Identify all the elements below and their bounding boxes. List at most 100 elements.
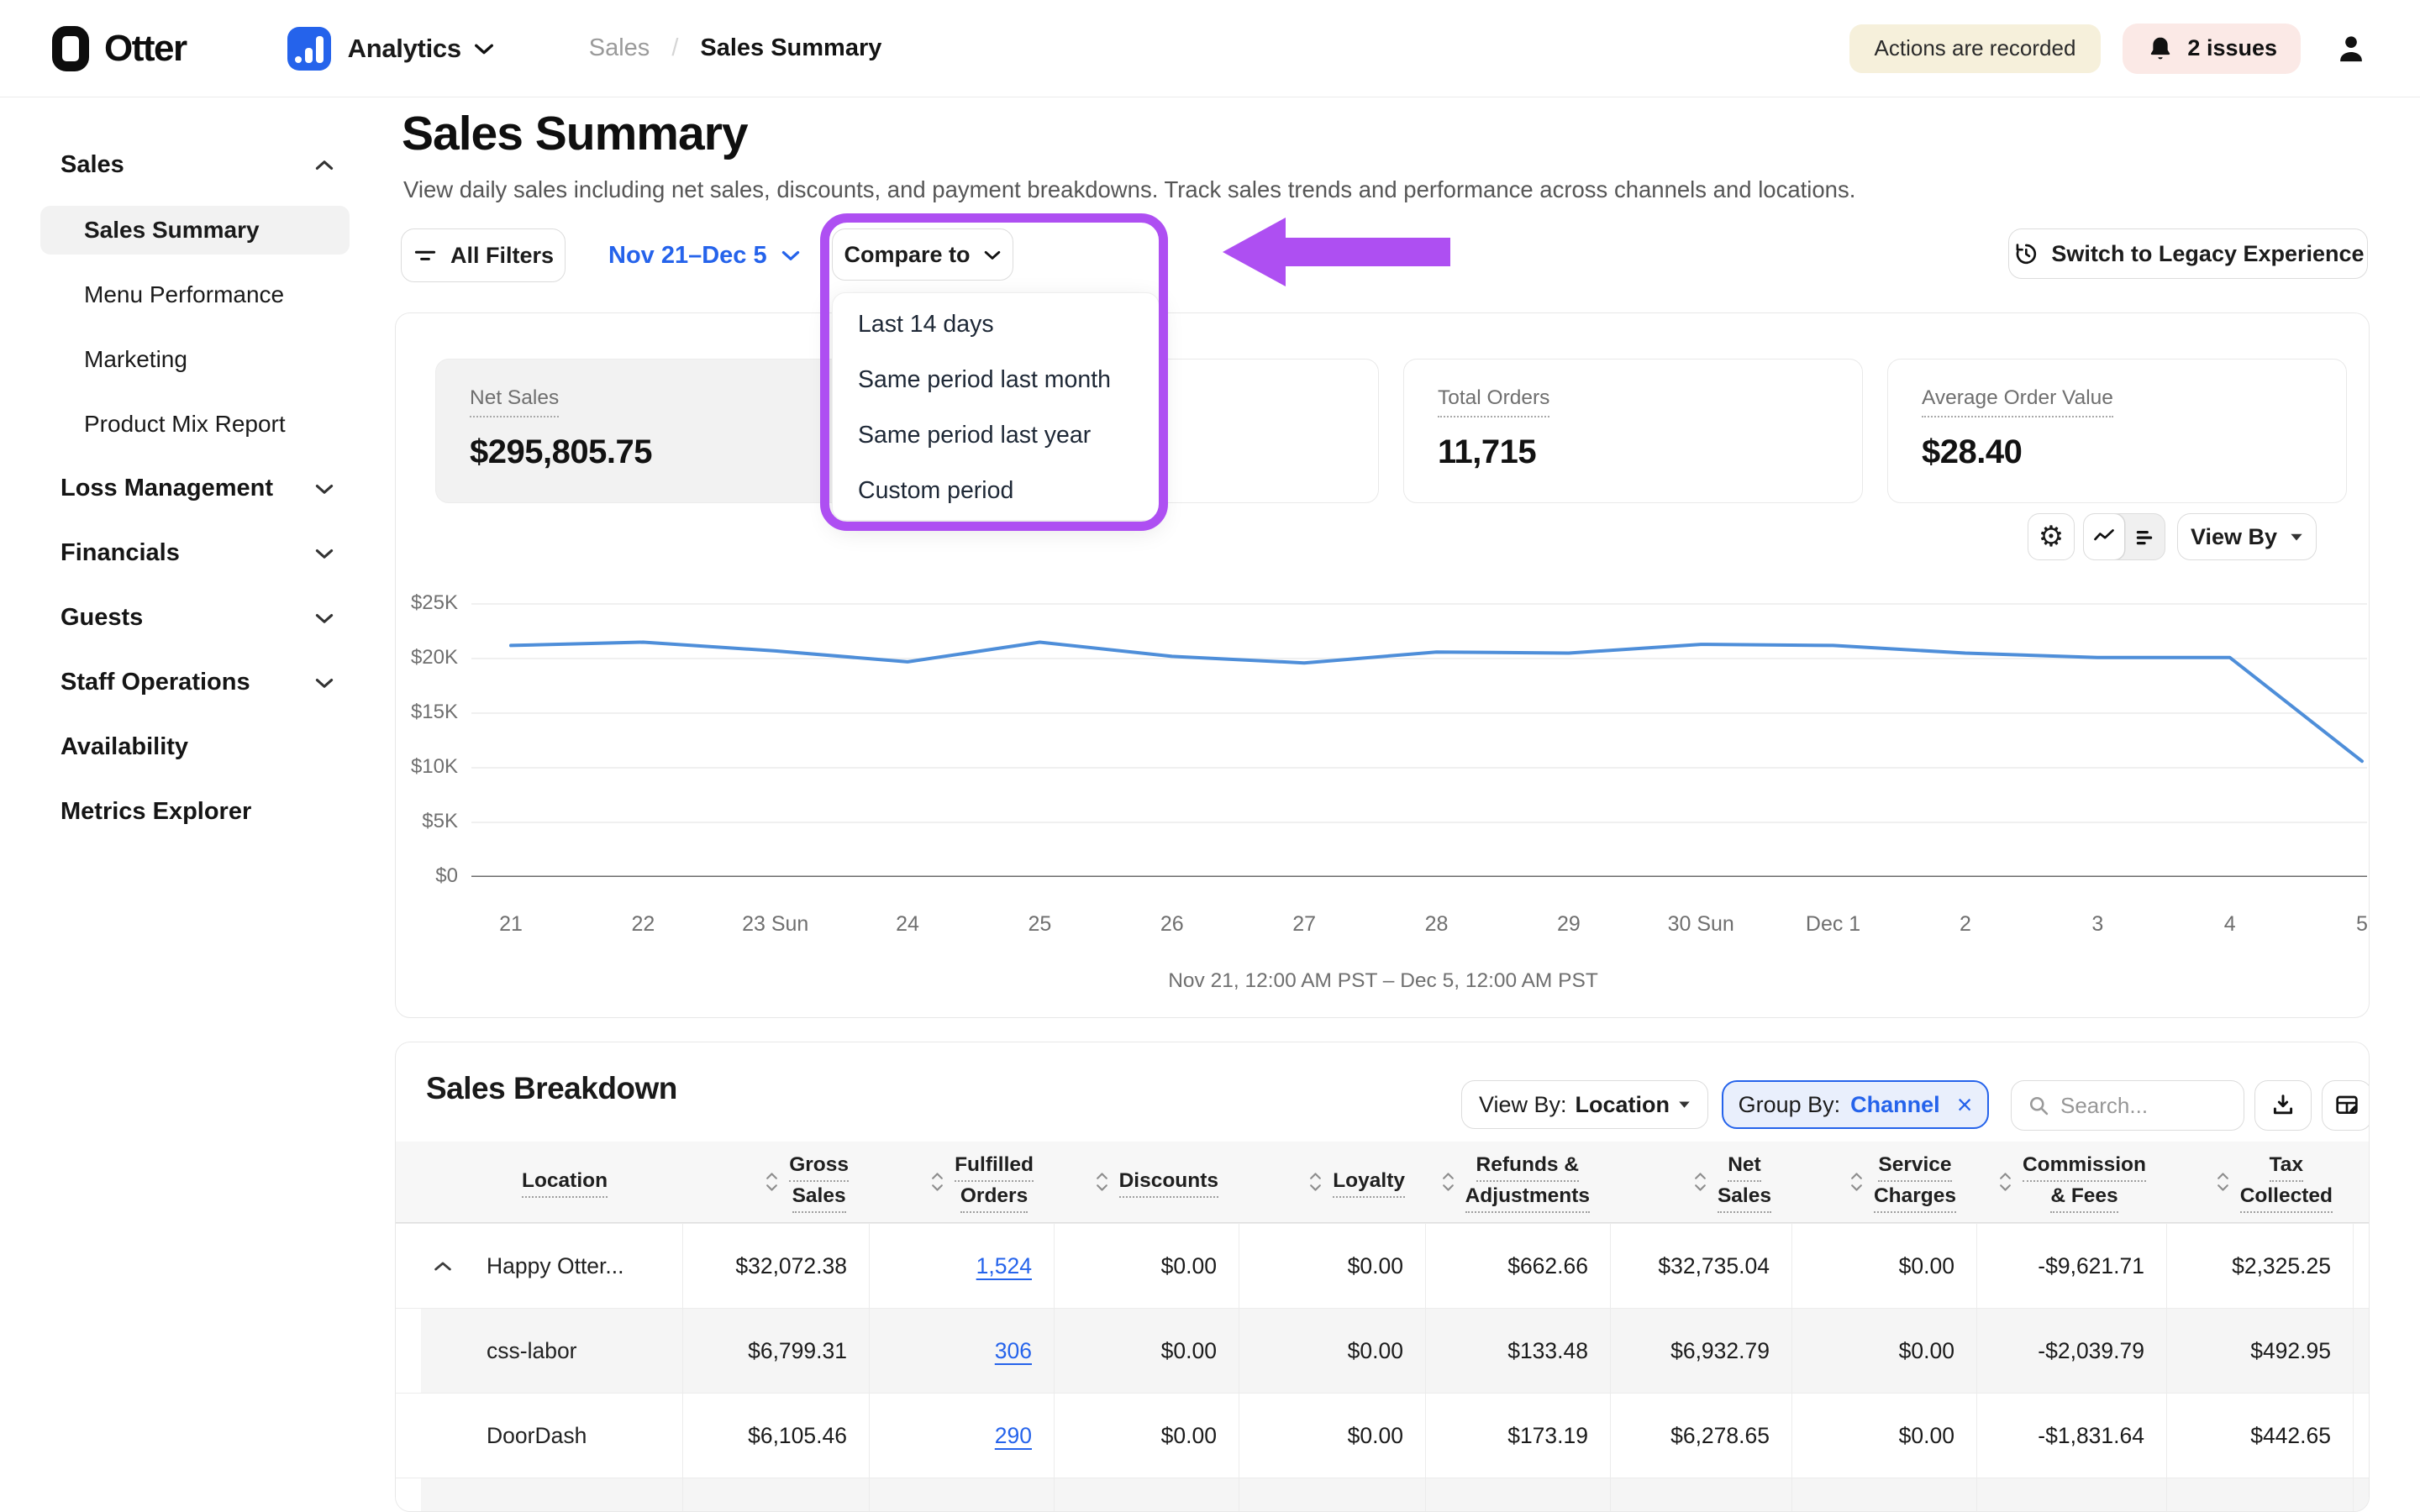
- sidebar-item-staff-operations[interactable]: Staff Operations: [0, 650, 387, 715]
- cell: $0.00: [1791, 1478, 1976, 1512]
- date-range-button[interactable]: Nov 21–Dec 5: [608, 228, 801, 282]
- chart-type-toggle[interactable]: [2083, 513, 2165, 560]
- breakdown-title: Sales Breakdown: [426, 1071, 677, 1106]
- compare-option-same-period-last-year[interactable]: Same period last year: [833, 407, 1159, 463]
- fulfilled-orders-link[interactable]: 338: [995, 1508, 1032, 1512]
- column-header-refunds-adjustments[interactable]: Refunds &Adjustments: [1425, 1142, 1610, 1222]
- table-row-doordash[interactable]: DoorDash$6,105.46290$0.00$0.00$173.19$6,…: [396, 1393, 2370, 1478]
- analytics-app-icon[interactable]: [287, 27, 331, 71]
- compare-option-same-period-last-month[interactable]: Same period last month: [833, 352, 1159, 407]
- annotation-arrow: [1217, 212, 1456, 297]
- download-button[interactable]: [2254, 1080, 2312, 1131]
- otter-logo-icon[interactable]: [52, 26, 89, 71]
- app-switcher[interactable]: Analytics: [348, 34, 461, 64]
- column-header-extra[interactable]: [2353, 1142, 2370, 1222]
- kpi-label: Net Sales: [470, 386, 559, 417]
- sort-icon[interactable]: [765, 1170, 779, 1194]
- user-avatar-icon[interactable]: [2334, 32, 2368, 66]
- sidebar-item-label: Financials: [60, 539, 180, 567]
- bar-chart-toggle[interactable]: [2124, 514, 2165, 559]
- fulfilled-orders-link[interactable]: 290: [995, 1423, 1032, 1449]
- breakdown-view-by-button[interactable]: View By: Location: [1461, 1080, 1708, 1129]
- sidebar-item-product-mix-report[interactable]: Product Mix Report: [0, 391, 387, 456]
- breakdown-search[interactable]: [2011, 1080, 2244, 1131]
- fulfilled-orders-link[interactable]: 1,524: [976, 1253, 1032, 1279]
- issues-count: 2 issues: [2187, 35, 2277, 61]
- column-header-commission-fees[interactable]: Commission& Fees: [1976, 1142, 2166, 1222]
- cell: $173.19: [1425, 1394, 1610, 1478]
- column-header-tax-collected[interactable]: TaxCollected: [2166, 1142, 2353, 1222]
- y-axis-tick: $0: [396, 864, 458, 888]
- compare-to-button[interactable]: Compare to: [832, 228, 1013, 281]
- sort-icon[interactable]: [2216, 1170, 2230, 1194]
- sidebar-item-marketing[interactable]: Marketing: [0, 327, 387, 391]
- x-axis-tick: 24: [849, 912, 966, 937]
- line-chart-toggle[interactable]: [2084, 514, 2124, 559]
- table-row-css-labor[interactable]: css-labor$6,799.31306$0.00$0.00$133.48$6…: [396, 1308, 2370, 1393]
- fulfilled-orders-link[interactable]: 306: [995, 1338, 1032, 1364]
- close-icon[interactable]: ×: [1957, 1089, 1973, 1121]
- table-body: Happy Otter...$32,072.381,524$0.00$0.00$…: [396, 1223, 2370, 1512]
- compare-option-last-14-days[interactable]: Last 14 days: [833, 297, 1159, 352]
- sort-icon[interactable]: [1308, 1170, 1323, 1194]
- column-header-fulfilled-orders[interactable]: FulfilledOrders: [869, 1142, 1054, 1222]
- x-axis-tick: 3: [2039, 912, 2156, 937]
- x-axis-tick: 23 Sun: [717, 912, 834, 937]
- sort-icon[interactable]: [1693, 1170, 1707, 1194]
- chart-view-by-button[interactable]: View By: [2177, 513, 2317, 560]
- breadcrumb-sales[interactable]: Sales: [589, 34, 650, 62]
- sidebar-item-menu-performance[interactable]: Menu Performance: [0, 262, 387, 327]
- sidebar-item-availability[interactable]: Availability: [0, 715, 387, 780]
- cell: $6,278.65: [1610, 1394, 1791, 1478]
- x-axis-tick: Dec 1: [1775, 912, 1892, 937]
- sidebar-item-loss-management[interactable]: Loss Management: [0, 456, 387, 521]
- chevron-down-icon: [314, 612, 334, 625]
- kpi-card-net-sales[interactable]: Net Sales$295,805.75: [435, 359, 895, 503]
- sidebar-item-metrics-explorer[interactable]: Metrics Explorer: [0, 780, 387, 844]
- cell: $662.66: [1425, 1224, 1610, 1308]
- cell: $0.00: [1791, 1394, 1976, 1478]
- group-by-chip[interactable]: Group By: Channel ×: [1722, 1080, 1989, 1129]
- otter-logo-word[interactable]: Otter: [104, 28, 187, 70]
- chart-settings-button[interactable]: ⚙: [2028, 513, 2075, 560]
- column-header-gross-sales[interactable]: GrossSales: [682, 1142, 869, 1222]
- sort-icon[interactable]: [1998, 1170, 2012, 1194]
- sort-icon[interactable]: [1441, 1170, 1455, 1194]
- switch-legacy-button[interactable]: Switch to Legacy Experience: [2008, 228, 2368, 279]
- column-header-net-sales[interactable]: NetSales: [1610, 1142, 1791, 1222]
- sidebar-item-sales[interactable]: Sales: [0, 133, 387, 197]
- table-row-happy-otter[interactable]: Happy Otter...$32,072.381,524$0.00$0.00$…: [396, 1223, 2370, 1308]
- column-header-loyalty[interactable]: Loyalty: [1239, 1142, 1425, 1222]
- sort-icon[interactable]: [1849, 1170, 1864, 1194]
- sidebar-item-guests[interactable]: Guests: [0, 585, 387, 650]
- sales-chart-panel: Net Sales$295,805.75 Total Orders11,715Av…: [395, 312, 2370, 1018]
- group-by-prefix: Group By:: [1739, 1092, 1841, 1118]
- chevron-down-icon[interactable]: [473, 41, 495, 56]
- kpi-card-total-orders[interactable]: Total Orders11,715: [1403, 359, 1863, 503]
- column-header-discounts[interactable]: Discounts: [1054, 1142, 1239, 1222]
- top-bar: Otter Analytics Sales / Sales Summary Ac…: [0, 0, 2420, 97]
- sidebar-item-label: Staff Operations: [60, 669, 250, 696]
- y-axis-tick: $5K: [396, 810, 458, 833]
- column-header-service-charges[interactable]: ServiceCharges: [1791, 1142, 1976, 1222]
- all-filters-button[interactable]: All Filters: [401, 228, 566, 282]
- kpi-card-average-order-value[interactable]: Average Order Value$28.40: [1887, 359, 2347, 503]
- sort-icon[interactable]: [930, 1170, 944, 1194]
- sort-icon[interactable]: [2367, 1170, 2370, 1194]
- sidebar-item-label: Menu Performance: [40, 270, 350, 319]
- edit-columns-button[interactable]: [2322, 1080, 2370, 1131]
- collapse-row-icon[interactable]: [433, 1260, 453, 1273]
- compare-to-menu: Last 14 daysSame period last monthSame p…: [832, 292, 1160, 521]
- y-axis-tick: $25K: [396, 591, 458, 615]
- column-label: Discounts: [1119, 1167, 1218, 1198]
- cell: $0.00: [1791, 1224, 1976, 1308]
- sort-icon[interactable]: [1095, 1170, 1109, 1194]
- table-row-uber-eats[interactable]: Uber Eats$6,046.81338$0.00$0.00$114.24$6…: [396, 1478, 2370, 1512]
- location-name: Uber Eats: [487, 1508, 586, 1512]
- search-input[interactable]: [2060, 1093, 2220, 1119]
- sidebar-item-sales-summary[interactable]: Sales Summary: [0, 197, 387, 262]
- sidebar-item-financials[interactable]: Financials: [0, 521, 387, 585]
- column-label: TaxCollected: [2240, 1151, 2333, 1213]
- compare-option-custom-period[interactable]: Custom period: [833, 463, 1159, 518]
- issues-button[interactable]: 2 issues: [2123, 24, 2301, 74]
